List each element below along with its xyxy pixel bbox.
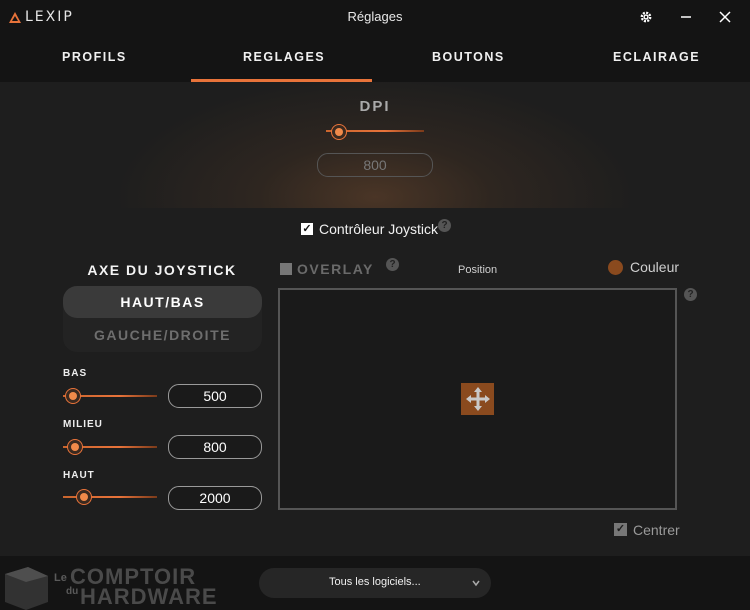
title-bar: LEXIP Réglages [0,0,750,34]
axis-option-gauche-droite[interactable]: GAUCHE/DROITE [63,320,262,350]
color-label[interactable]: Couleur [630,259,679,275]
slider-label-haut: HAUT [63,470,95,481]
milieu-slider-handle[interactable] [67,439,83,455]
slider-label-milieu: MILIEU [63,419,103,430]
overlay-checkbox[interactable] [280,263,292,275]
dpi-slider-handle[interactable] [331,124,347,140]
tab-bar: PROFILS REGLAGES BOUTONS ECLAIRAGE [0,34,750,82]
slider-label-bas: BAS [63,368,88,379]
joystick-controller-label: Contrôleur Joystick [319,221,439,237]
tab-boutons[interactable]: BOUTONS [432,50,505,64]
tab-reglages[interactable]: REGLAGES [243,50,325,64]
tab-profils[interactable]: PROFILS [62,50,127,64]
milieu-value-input[interactable] [168,435,262,459]
close-icon[interactable] [714,6,736,28]
watermark-le: Le [54,572,67,584]
axis-title: AXE DU JOYSTICK [87,262,237,278]
dpi-value-input[interactable] [317,153,433,177]
centrer-label: Centrer [633,522,680,538]
haut-value-input[interactable] [168,486,262,510]
gear-icon[interactable] [635,6,657,28]
help-icon[interactable]: ? [438,219,451,232]
minimize-icon[interactable] [675,6,697,28]
software-dropdown-value: Tous les logiciels... [329,576,421,588]
color-swatch[interactable] [608,260,623,275]
joystick-controller-checkbox[interactable]: ✓ [301,223,313,235]
overlay-help-icon[interactable]: ? [386,258,399,271]
watermark-hardware: HARDWARE [80,584,218,609]
dpi-section: DPI [0,82,750,208]
haut-slider-handle[interactable] [76,489,92,505]
move-handle-icon[interactable] [461,383,494,415]
centrer-checkbox[interactable]: ✓ [614,523,627,536]
tab-eclairage[interactable]: ECLAIRAGE [613,50,700,64]
software-dropdown[interactable]: Tous les logiciels... [259,568,491,598]
bas-slider-handle[interactable] [65,388,81,404]
bas-value-input[interactable] [168,384,262,408]
watermark-cube-icon [5,567,48,610]
chevron-down-icon [471,575,481,593]
position-label: Position [458,264,498,276]
position-help-icon[interactable]: ? [684,288,697,301]
axis-option-haut-bas[interactable]: HAUT/BAS [63,286,262,318]
dpi-label: DPI [359,98,391,115]
overlay-label: OVERLAY [297,261,374,277]
axis-toggle: HAUT/BAS GAUCHE/DROITE [63,286,262,352]
